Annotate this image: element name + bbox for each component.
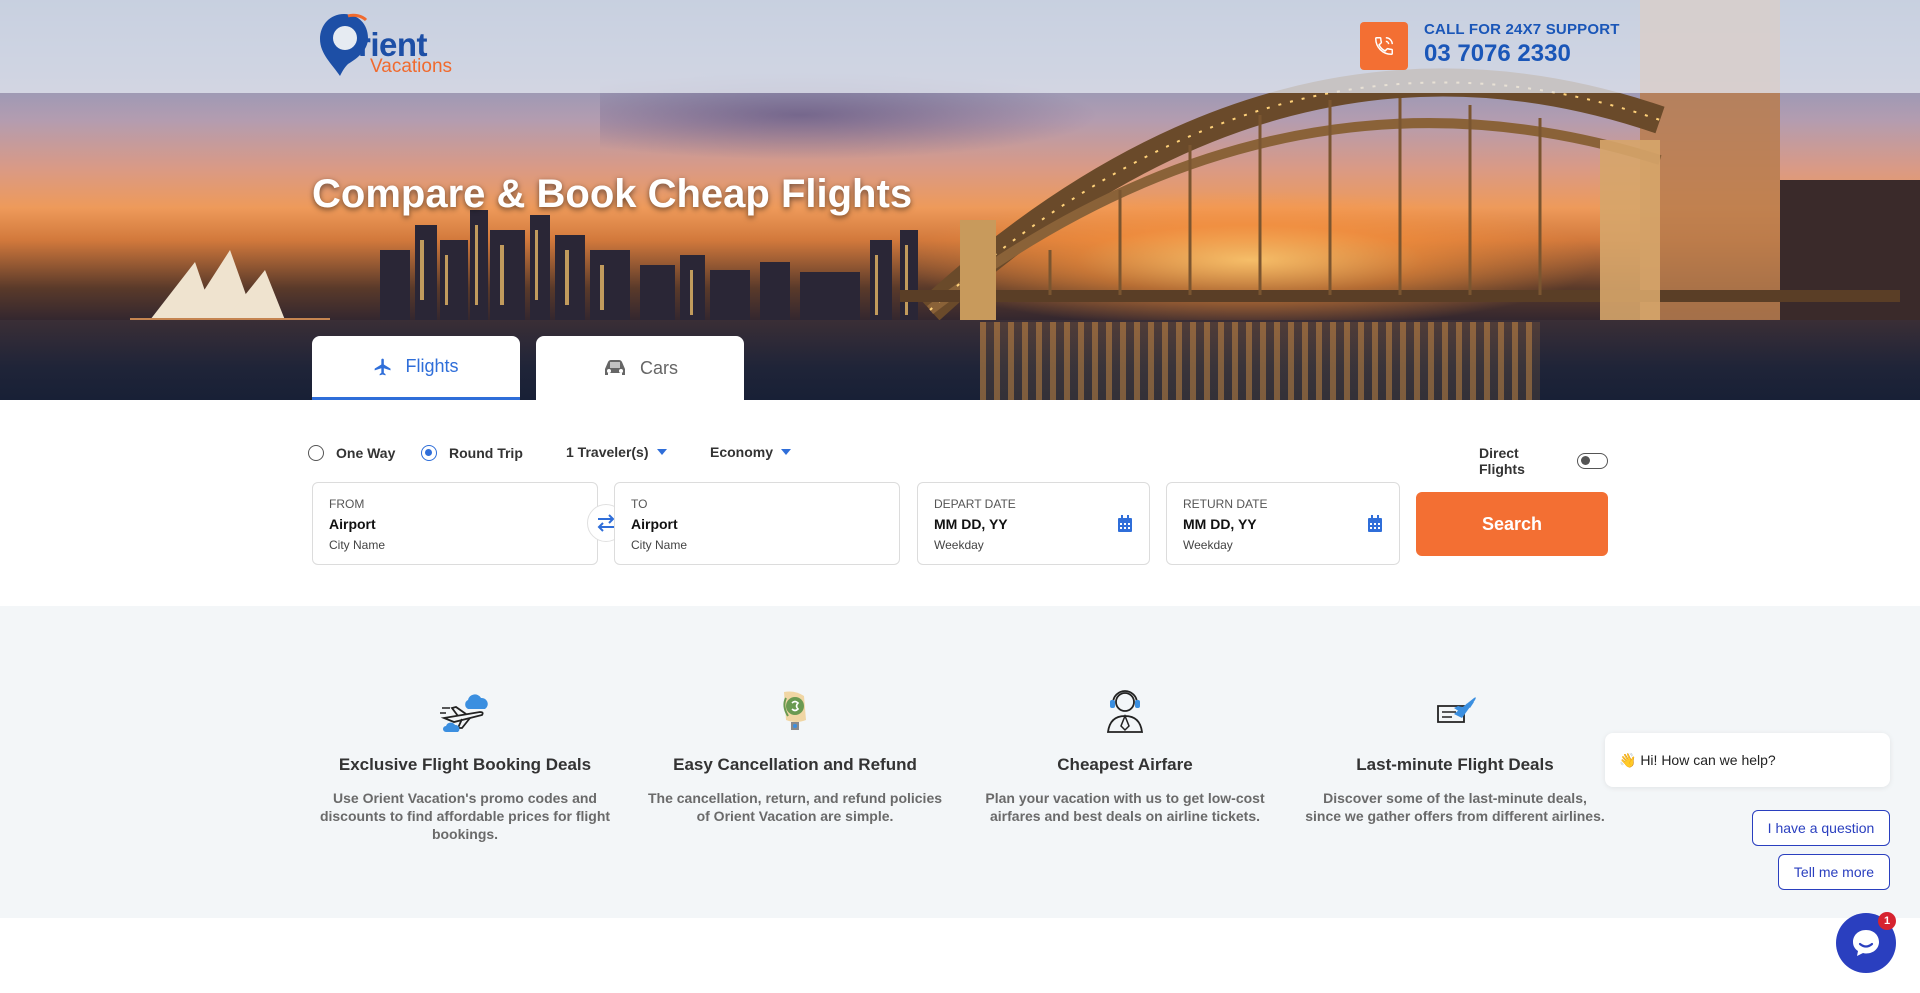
- direct-flights-toggle[interactable]: [1577, 453, 1608, 469]
- feature-title: Last-minute Flight Deals: [1356, 755, 1554, 774]
- cabin-class-dropdown[interactable]: Economy: [710, 444, 792, 460]
- feature-description: Plan your vacation with us to get low-co…: [985, 790, 1265, 824]
- hero-title: Compare & Book Cheap Flights: [312, 172, 913, 216]
- feature-card: Last-minute Flight Deals Discover some o…: [1300, 686, 1610, 825]
- return-weekday: Weekday: [1183, 538, 1233, 552]
- to-city: City Name: [631, 538, 688, 552]
- depart-weekday: Weekday: [934, 538, 984, 552]
- depart-date-field[interactable]: DEPART DATE MM DD, YY Weekday: [917, 482, 1150, 565]
- support-phone-number[interactable]: 03 7076 2330: [1424, 40, 1571, 68]
- chat-option-more-button[interactable]: Tell me more: [1778, 854, 1890, 890]
- car-icon: [604, 360, 625, 375]
- tab-cars-label: Cars: [639, 357, 678, 378]
- ticket-plane-icon: [1437, 697, 1476, 723]
- search-options-row: One Way Round Trip 1 Traveler(s) Economy…: [308, 440, 1608, 477]
- feature-description: The cancellation, return, and refund pol…: [647, 790, 943, 824]
- chevron-down-icon: [781, 449, 792, 455]
- cabin-class-value: Economy: [710, 444, 774, 460]
- feature-title: Cheapest Airfare: [1057, 755, 1193, 774]
- round-trip-radio-dot[interactable]: [421, 445, 437, 461]
- from-label: FROM: [329, 497, 365, 511]
- depart-value: MM DD, YY: [934, 516, 1008, 532]
- harbour-water: [0, 320, 1920, 400]
- phone-support-button[interactable]: [1360, 22, 1408, 70]
- direct-flights-toggle-group: Direct Flights: [1479, 445, 1608, 477]
- orient-vacations-logo[interactable]: rient Vacations: [318, 12, 468, 82]
- one-way-radio[interactable]: One Way: [308, 445, 395, 461]
- feature-card: Easy Cancellation and Refund The cancell…: [640, 686, 950, 825]
- phone-icon: [1375, 37, 1393, 55]
- tab-flights-label: Flights: [405, 356, 459, 376]
- feature-description: Use Orient Vacation's promo codes and di…: [319, 790, 611, 842]
- chat-option-question-button[interactable]: I have a question: [1752, 810, 1890, 846]
- one-way-label: One Way: [336, 445, 396, 461]
- feature-card: Cheapest Airfare Plan your vacation with…: [970, 686, 1280, 825]
- tab-flights[interactable]: Flights: [312, 336, 520, 400]
- chat-greeting-bubble: 👋 Hi! How can we help?: [1605, 733, 1890, 787]
- site-header: rient Vacations CALL FOR 24X7 SUPPORT 03…: [0, 0, 1920, 93]
- calendar-icon: [1368, 515, 1382, 532]
- logo-tagline: Vacations: [370, 56, 453, 77]
- return-date-field[interactable]: RETURN DATE MM DD, YY Weekday: [1166, 482, 1400, 565]
- calendar-icon: [1118, 515, 1132, 532]
- round-trip-label: Round Trip: [449, 445, 523, 461]
- round-trip-radio[interactable]: Round Trip: [421, 445, 523, 461]
- search-button[interactable]: Search: [1416, 492, 1608, 556]
- tab-cars[interactable]: Cars: [536, 336, 744, 400]
- return-value: MM DD, YY: [1183, 516, 1257, 532]
- feature-description: Discover some of the last-minute deals, …: [1305, 790, 1605, 824]
- plane-icon: [375, 358, 391, 375]
- money-refund-icon: [783, 691, 806, 730]
- travelers-value: 1 Traveler(s): [566, 444, 649, 460]
- from-airport-field[interactable]: FROM Airport City Name: [312, 482, 598, 565]
- to-label: TO: [631, 497, 648, 511]
- plane-cloud-icon: [440, 694, 488, 732]
- from-city: City Name: [329, 538, 386, 552]
- feature-card: Exclusive Flight Booking Deals Use Orien…: [310, 686, 620, 843]
- chevron-down-icon: [656, 449, 667, 455]
- feature-title: Easy Cancellation and Refund: [673, 755, 917, 774]
- feature-title: Exclusive Flight Booking Deals: [338, 755, 592, 774]
- chat-icon: [1853, 930, 1879, 956]
- from-value: Airport: [329, 516, 376, 532]
- support-label: CALL FOR 24X7 SUPPORT: [1424, 21, 1620, 38]
- support-agent-icon: [1106, 690, 1144, 733]
- to-value: Airport: [631, 516, 678, 532]
- depart-label: DEPART DATE: [934, 497, 1016, 511]
- one-way-radio-dot[interactable]: [308, 445, 324, 461]
- to-airport-field[interactable]: TO Airport City Name: [614, 482, 900, 565]
- return-label: RETURN DATE: [1183, 497, 1268, 511]
- water-reflection: [980, 322, 1540, 400]
- travelers-dropdown[interactable]: 1 Traveler(s): [566, 444, 667, 460]
- chat-notification-badge: 1: [1878, 912, 1896, 930]
- direct-flights-label: Direct Flights: [1479, 445, 1525, 477]
